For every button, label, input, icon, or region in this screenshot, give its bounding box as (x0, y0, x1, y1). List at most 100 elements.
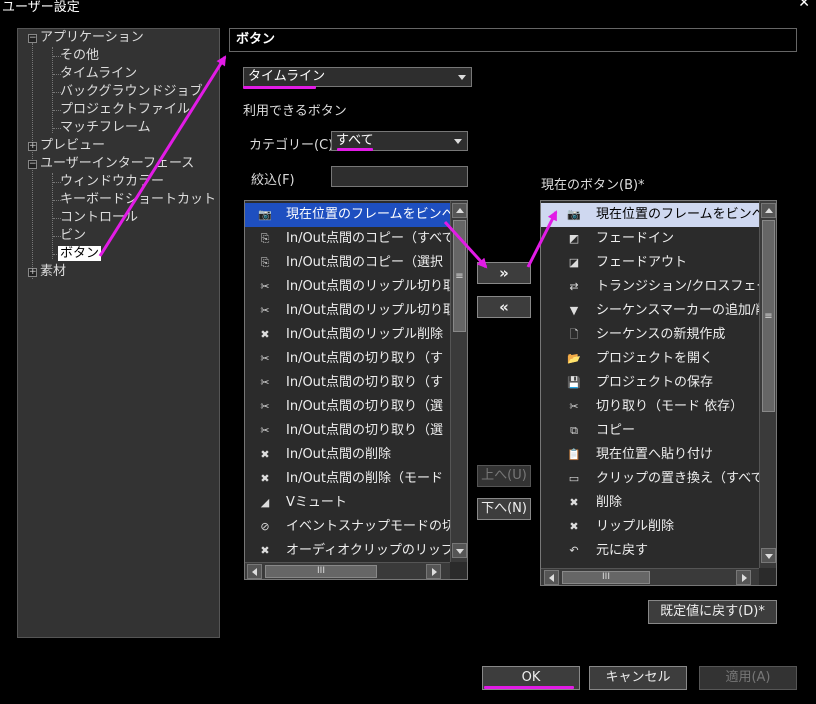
close-icon[interactable]: ✕ (798, 0, 810, 11)
current-buttons-list[interactable]: 📷 現在位置のフレームをビンへ ◩ フェードイン ◪ フェードアウト ⇄ トランジション/クロ… (540, 200, 777, 586)
add-button[interactable]: » (477, 262, 531, 284)
list-item-label: コピー (596, 423, 636, 438)
scroll-up-icon[interactable] (761, 203, 776, 218)
tree-item-background-job[interactable]: バックグラウンドジョブ (60, 83, 202, 101)
button-icon: ◪ (568, 256, 580, 269)
tree-item-material[interactable]: 素材 (40, 263, 66, 281)
expand-icon[interactable]: + (28, 268, 37, 277)
list-item[interactable]: ⎘ In/Out点間のコピー（すべて (245, 227, 455, 251)
scroll-thumb[interactable]: III (562, 571, 650, 584)
scroll-thumb[interactable]: ≡ (762, 220, 775, 412)
available-buttons-list[interactable]: 📷 現在位置のフレームをビンへ ⎘ In/Out点間のコピー（すべて ⎘ In/Out点間… (244, 200, 468, 580)
scroll-down-icon[interactable] (761, 548, 776, 563)
button-icon: ⎘ (260, 256, 270, 269)
move-up-button[interactable]: 上へ(U) (477, 465, 531, 487)
list-item[interactable]: ◪ フェードアウト (541, 251, 759, 275)
tree-item-bin[interactable]: ビン (60, 227, 86, 245)
remove-button[interactable]: « (477, 296, 531, 318)
list-item[interactable]: ⊘ イベントスナップモードの切り (245, 515, 467, 539)
list-item[interactable]: ⇄ トランジション/クロスフェード( (541, 275, 776, 299)
tree-item-button[interactable]: ボタン (58, 245, 102, 263)
list-item[interactable]: ✂ In/Out点間のリップル切り取 (245, 299, 456, 323)
list-item-label: In/Out点間の切り取り（す (286, 375, 444, 390)
tree-item-control[interactable]: コントロール (60, 209, 138, 227)
list-item[interactable]: ⎘ In/Out点間のコピー（選択 (245, 251, 450, 275)
collapse-icon[interactable]: − (28, 160, 37, 169)
list-item[interactable]: ⧉ コピー (541, 419, 759, 443)
button-icon: ↶ (569, 544, 579, 557)
scroll-left-icon[interactable] (247, 564, 262, 579)
list-item[interactable]: ▼ シーケンスマーカーの追加/削 (541, 299, 769, 323)
list-item[interactable]: ◢ Vミュート (245, 491, 450, 515)
button-icon: ✂ (260, 304, 270, 317)
scroll-down-icon[interactable] (452, 543, 467, 558)
list-item[interactable]: 📋 現在位置へ貼り付け (541, 443, 759, 467)
chevron-down-icon (454, 139, 462, 144)
tree-item-preview[interactable]: プレビュー (40, 137, 105, 155)
list-item-label: 元に戻す (596, 543, 649, 558)
list-item-label: In/Out点間の削除 (286, 447, 392, 462)
list-item[interactable]: ✖ 削除 (541, 491, 759, 515)
cancel-button[interactable]: キャンセル (589, 666, 687, 690)
button-icon: ▭ (568, 472, 580, 485)
target-dropdown[interactable]: タイムライン (243, 67, 472, 87)
list-item-label: In/Out点間のコピー（すべて (286, 231, 455, 246)
scroll-left-icon[interactable] (544, 570, 559, 585)
tree-item-match-frame[interactable]: マッチフレーム (60, 119, 151, 137)
list-item[interactable]: 💾 プロジェクトの保存 (541, 371, 759, 395)
list-item[interactable]: 📷 現在位置のフレームをビンへ (245, 203, 455, 227)
filter-input[interactable] (331, 166, 468, 187)
tree-item-user-interface[interactable]: ユーザーインターフェース (40, 155, 194, 173)
list-item[interactable]: ◩ フェードイン (541, 227, 759, 251)
horizontal-scrollbar[interactable]: III (541, 568, 759, 585)
scroll-right-icon[interactable] (736, 570, 751, 585)
list-item[interactable]: ✂ 切り取り（モード 依存） (541, 395, 759, 419)
apply-button[interactable]: 適用(A) (699, 666, 797, 690)
list-item[interactable]: 📷 現在位置のフレームをビンへ (541, 203, 765, 227)
button-icon: ⊘ (260, 520, 270, 533)
list-item[interactable]: ✂ In/Out点間の切り取り（す (245, 371, 450, 395)
tree-item-application[interactable]: アプリケーション (40, 29, 144, 47)
scroll-right-icon[interactable] (426, 564, 441, 579)
vertical-scrollbar[interactable]: ≡ (759, 201, 776, 568)
tree-item-other[interactable]: その他 (60, 47, 99, 65)
button-icon: ✂ (260, 280, 270, 293)
reset-defaults-button[interactable]: 既定値に戻す(D)* (648, 600, 777, 624)
horizontal-scrollbar[interactable]: III (245, 562, 450, 579)
list-item[interactable]: ✂ In/Out点間の切り取り（す (245, 347, 450, 371)
button-icon: ✂ (260, 424, 270, 437)
list-item-label: シーケンスマーカーの追加/削 (596, 303, 769, 318)
tree-item-project-file[interactable]: プロジェクトファイル (60, 101, 190, 119)
list-item-label: リップル削除 (596, 519, 675, 534)
tree-item-keyboard-shortcut[interactable]: キーボードショートカット (60, 191, 216, 209)
list-item[interactable]: ✖ リップル削除 (541, 515, 759, 539)
list-item-label: 現在位置へ貼り付け (596, 447, 714, 462)
list-item[interactable]: ✖ In/Out点間の削除 (245, 443, 450, 467)
scroll-up-icon[interactable] (452, 203, 467, 218)
list-item[interactable]: ✖ In/Out点間の削除（モード (245, 467, 450, 491)
list-item-label: プロジェクトの保存 (596, 375, 714, 390)
list-item[interactable]: ✂ In/Out点間のリップル切り取 (245, 275, 456, 299)
list-item-label: 削除 (596, 495, 623, 510)
list-item[interactable]: ✖ オーディオクリップのリップル削 (245, 539, 467, 563)
annotation-underline (243, 86, 316, 89)
settings-tree[interactable]: − アプリケーション その他 タイムライン バックグラウンドジョブ プロジェクト… (17, 28, 220, 638)
button-icon: ⇄ (569, 280, 579, 293)
list-item[interactable]: ↶ 元に戻す (541, 539, 759, 563)
list-item-label: 切り取り（モード 依存） (596, 399, 744, 414)
list-item[interactable]: ✖ In/Out点間のリップル削除 (245, 323, 450, 347)
scroll-thumb[interactable]: III (265, 565, 377, 578)
list-item[interactable]: 🗋 シーケンスの新規作成 (541, 323, 759, 347)
list-item[interactable]: ▭ クリップの置き換え（すべて） (541, 467, 776, 491)
list-item[interactable]: 📂 プロジェクトを開く (541, 347, 759, 371)
list-item[interactable]: ✂ In/Out点間の切り取り（選 (245, 395, 450, 419)
list-item[interactable]: ✂ In/Out点間の切り取り（選 (245, 419, 450, 443)
tree-item-timeline[interactable]: タイムライン (60, 65, 137, 83)
collapse-icon[interactable]: − (28, 34, 37, 43)
scroll-thumb[interactable]: ≡ (453, 220, 466, 332)
list-item-label: フェードアウト (596, 255, 688, 270)
move-down-button[interactable]: 下へ(N) (477, 498, 531, 520)
tree-item-window-color[interactable]: ウィンドウカラー (60, 173, 164, 191)
expand-icon[interactable]: + (28, 142, 37, 151)
vertical-scrollbar[interactable]: ≡ (450, 201, 467, 562)
